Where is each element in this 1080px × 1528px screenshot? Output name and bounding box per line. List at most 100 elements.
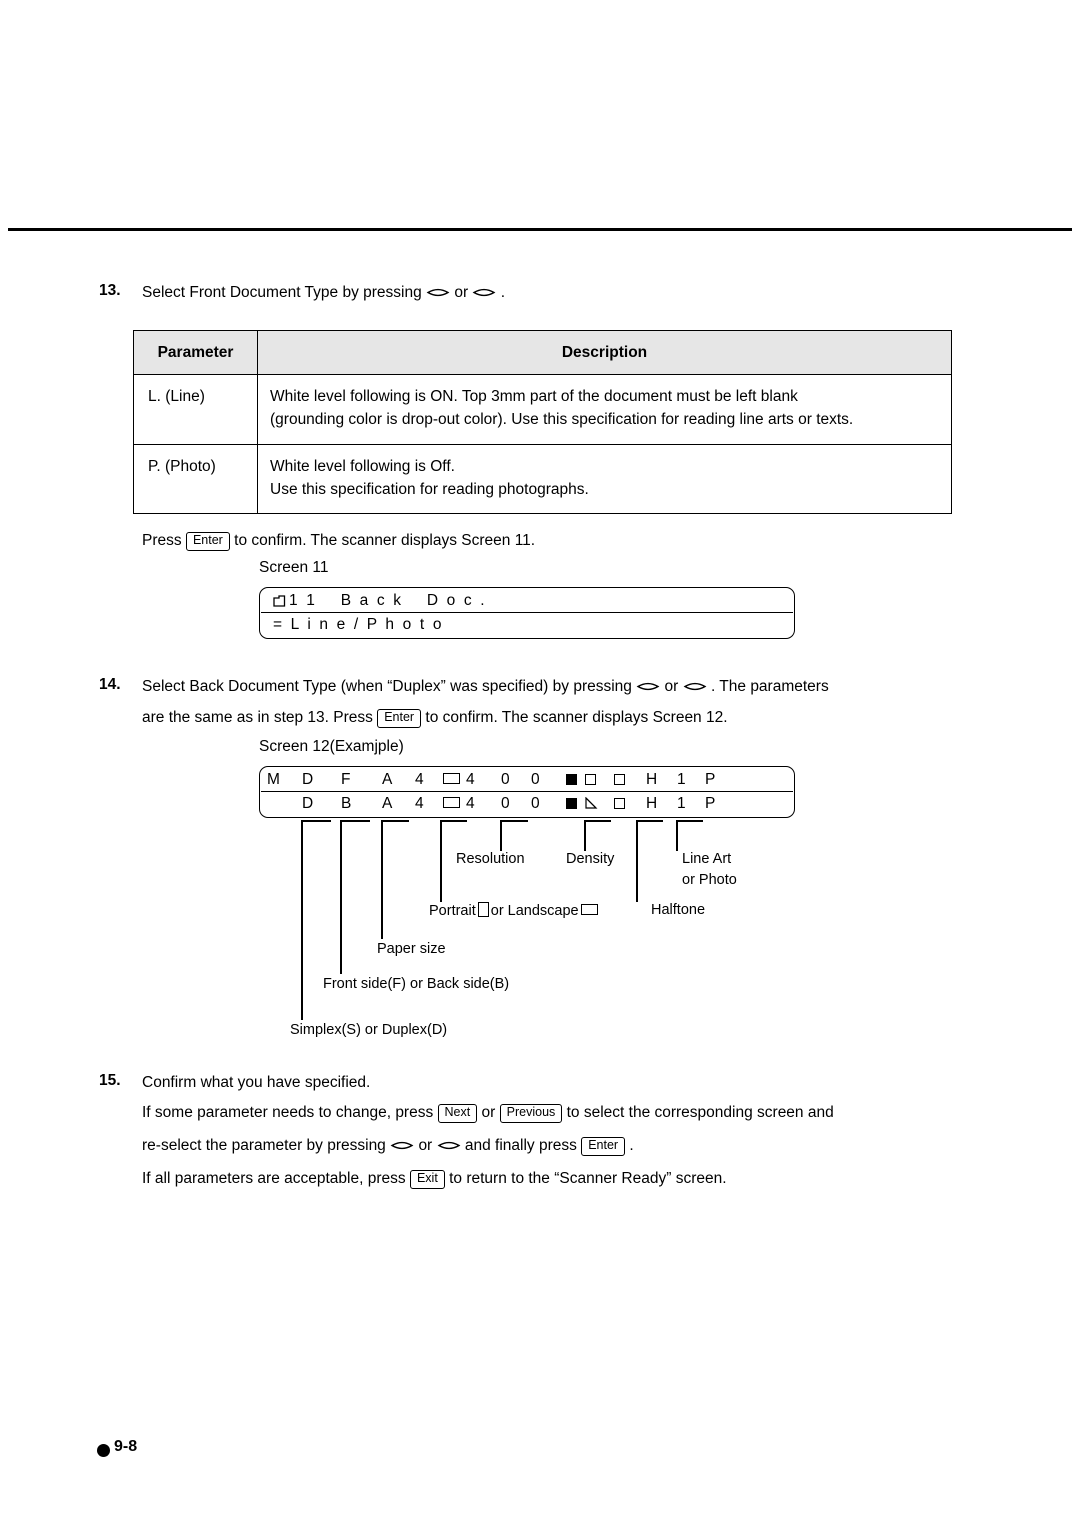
- lcd-character: F: [341, 771, 351, 788]
- right-arrow-icon[interactable]: [472, 286, 496, 299]
- open-square-icon: [614, 798, 625, 809]
- lcd-cell: 4: [466, 771, 475, 789]
- lcd-character: M: [267, 771, 280, 788]
- lcd-cell: [441, 771, 462, 789]
- screen-12-caption: Screen 12(Examjple): [259, 738, 404, 755]
- lcd-character: D: [302, 771, 314, 788]
- page-number: 9-8: [114, 1438, 138, 1455]
- right-arrow-icon[interactable]: [437, 1139, 461, 1152]
- lcd-cell: M: [267, 771, 280, 789]
- parameter-table: Parameter Description L. (Line) White le…: [133, 330, 952, 514]
- cell-parameter: L. (Line): [133, 374, 258, 445]
- leader-line-orientation: [440, 820, 442, 902]
- lcd-cell: [614, 795, 625, 813]
- header-rule: [8, 228, 1072, 231]
- lcd-cell: [441, 795, 462, 813]
- lcd-character: 1: [677, 795, 686, 812]
- portrait-icon: [477, 902, 489, 917]
- leader-line-paper-size: [381, 820, 383, 939]
- step-14-text-b: . The parameters: [710, 678, 829, 695]
- landscape-icon: [443, 773, 460, 784]
- step-13-text-before: Select Front Document Type by pressing: [142, 284, 422, 301]
- table-row: P. (Photo) White level following is Off.…: [133, 443, 952, 514]
- leader-tick-paper-size: [381, 820, 409, 822]
- enter-key-button[interactable]: Enter: [377, 709, 422, 728]
- step-15-text-d: and finally press: [464, 1137, 577, 1154]
- lcd-cell: 1: [677, 795, 686, 813]
- leader-line-side: [340, 820, 342, 974]
- step-13-instruction: Select Front Document Type by pressing o…: [142, 282, 505, 304]
- lcd-divider: [261, 612, 793, 614]
- lcd-cell: 4: [415, 771, 424, 789]
- footer-bullet-icon: [97, 1444, 110, 1457]
- open-square-icon: [585, 774, 596, 785]
- exit-key-button[interactable]: Exit: [409, 1170, 445, 1189]
- step-15-text-b: to select the corresponding screen and: [566, 1104, 834, 1121]
- lcd-cell: D: [302, 771, 313, 789]
- step-14-number: 14.: [99, 676, 121, 693]
- step-14-line-1: Select Back Document Type (when “Duplex”…: [142, 676, 829, 698]
- enter-key-button[interactable]: Enter: [581, 1137, 626, 1156]
- step-15-text-f: If all parameters are acceptable, press: [142, 1170, 406, 1187]
- lcd-cell: P: [705, 795, 715, 813]
- lcd-cell: H: [646, 771, 657, 789]
- leader-tick-density: [584, 820, 611, 822]
- step-14-line-2: are the same as in step 13. Press Enter …: [142, 707, 728, 729]
- lcd-character: 0: [501, 771, 510, 788]
- step-14-text-d: to confirm. The scanner displays Screen …: [425, 709, 728, 726]
- press-enter-line: Press Enter to confirm. The scanner disp…: [142, 530, 535, 552]
- step-15-line-2: If some parameter needs to change, press…: [142, 1102, 834, 1124]
- screen-11-lcd: 1 1 B a c k D o c . = L i n e / P h o t …: [259, 587, 795, 639]
- callout-orientation-text-a: Portrait: [429, 903, 476, 919]
- description-block: White level following is ON. Top 3mm par…: [258, 375, 951, 444]
- lcd-character: 1: [677, 771, 686, 788]
- screen-11-caption: Screen 11: [259, 559, 329, 576]
- screen-11-line-2: = L i n e / P h o t o: [273, 616, 442, 633]
- column-header-description: Description: [257, 330, 952, 375]
- left-arrow-icon[interactable]: [390, 1139, 414, 1152]
- previous-key-button[interactable]: Previous: [499, 1104, 563, 1123]
- lcd-cell: P: [705, 771, 715, 789]
- description-line-1: White level following is ON. Top 3mm par…: [270, 388, 798, 405]
- lcd-cell: [566, 795, 577, 813]
- lcd-cell: [585, 795, 598, 813]
- description-line-1: White level following is Off.: [270, 457, 455, 475]
- callout-orientation: Portrait or Landscape: [429, 902, 600, 919]
- leader-line-halftone: [636, 820, 638, 902]
- screen-12-row-1: M D F A 4 4 0 0 H 1 P: [260, 767, 796, 791]
- lcd-character: P: [705, 795, 716, 812]
- callout-line-art-1: Line Art: [682, 851, 732, 867]
- leader-line-lineart: [676, 820, 678, 851]
- right-arrow-icon[interactable]: [683, 680, 707, 693]
- parameter-value-line: P. (Photo): [148, 457, 216, 475]
- lcd-character: 4: [415, 795, 424, 812]
- lcd-cell: 4: [466, 795, 475, 813]
- press-suffix: to confirm. The scanner displays Screen …: [234, 532, 536, 549]
- lcd-character: 0: [531, 795, 540, 812]
- leader-tick-orientation: [440, 820, 467, 822]
- lcd-character: B: [341, 795, 352, 812]
- parameter-value-line: L. (Line): [148, 388, 205, 405]
- next-key-button[interactable]: Next: [437, 1104, 478, 1123]
- step-15-number: 15.: [99, 1072, 121, 1089]
- column-header-parameter: Parameter: [133, 330, 258, 375]
- cell-description: White level following is Off. Use this s…: [257, 443, 952, 514]
- lcd-cell: 1: [677, 771, 686, 789]
- lcd-cell: 0: [531, 771, 540, 789]
- step-15-text-c: re-select the parameter by pressing: [142, 1137, 386, 1154]
- lcd-cell: A: [382, 795, 392, 813]
- lcd-cell: [614, 771, 625, 789]
- step-13-or: or: [454, 284, 469, 301]
- description-block: White level following is Off. Use this s…: [258, 445, 951, 514]
- description-line-2: (grounding color is drop-out color). Use…: [270, 411, 854, 429]
- screen-11-line-1: 1 1 B a c k D o c .: [289, 592, 485, 609]
- cell-parameter: P. (Photo): [133, 443, 258, 514]
- enter-key-button[interactable]: Enter: [185, 532, 230, 551]
- left-arrow-icon[interactable]: [426, 286, 450, 299]
- leader-tick-lineart: [676, 820, 703, 822]
- step-15-text-e: .: [629, 1137, 634, 1154]
- step-15-text-a: If some parameter needs to change, press: [142, 1104, 434, 1121]
- left-arrow-icon[interactable]: [636, 680, 660, 693]
- lcd-cell: [585, 771, 596, 789]
- lcd-character: 0: [531, 771, 540, 788]
